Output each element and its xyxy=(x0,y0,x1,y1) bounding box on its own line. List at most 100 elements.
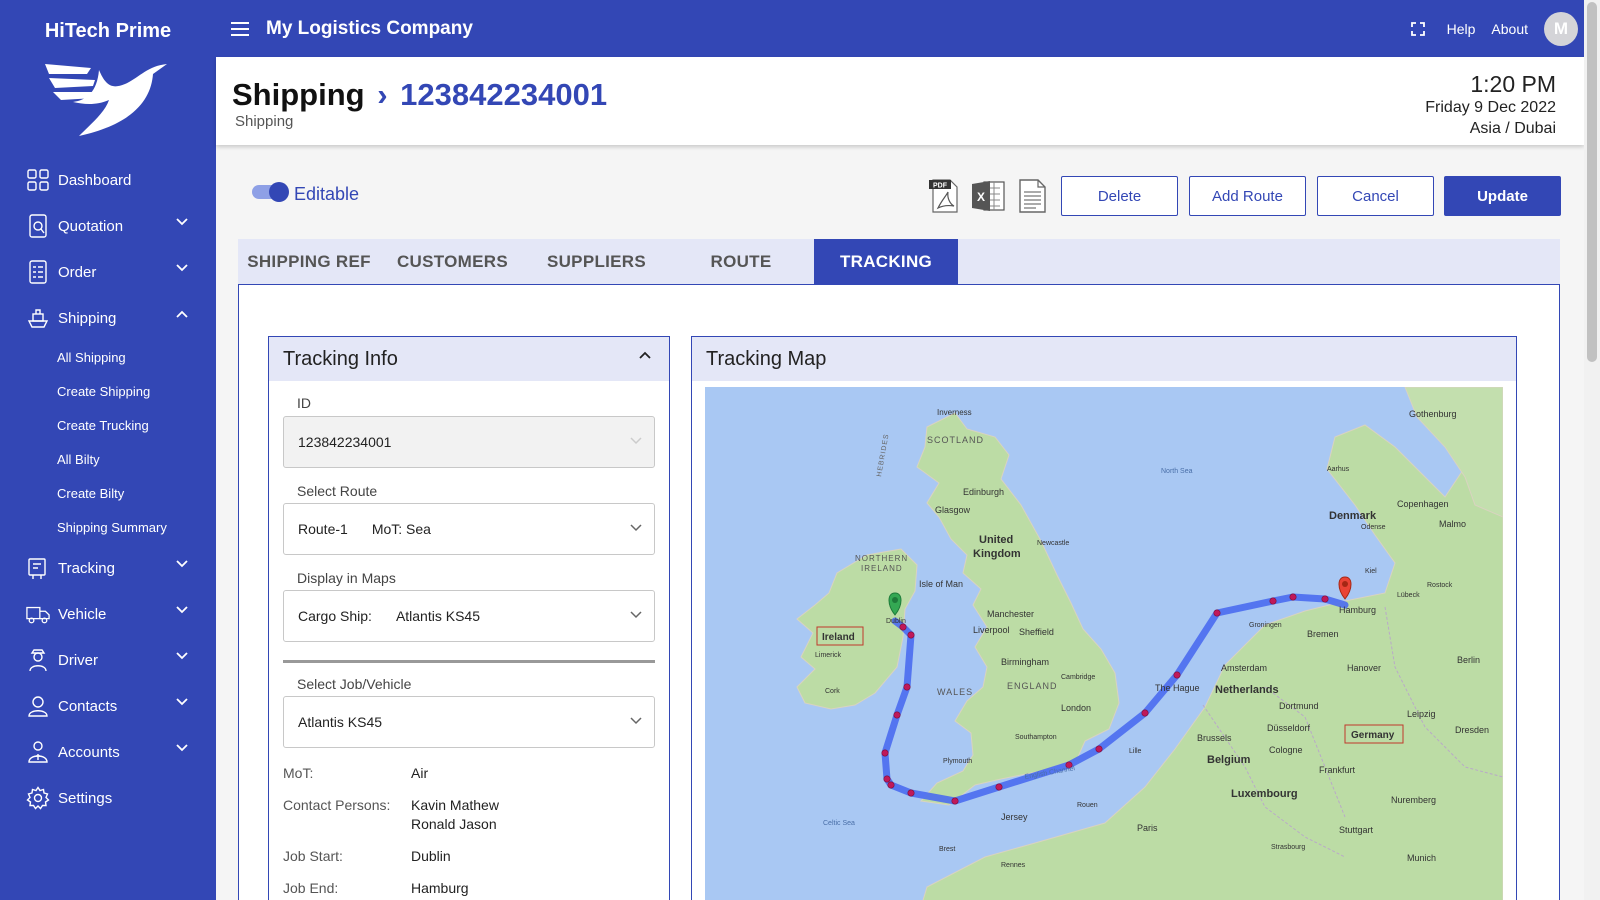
map-label: Rostock xyxy=(1427,582,1453,589)
route-waypoint xyxy=(1269,597,1277,605)
route-waypoint xyxy=(995,783,1003,791)
help-link[interactable]: Help xyxy=(1447,21,1476,37)
delete-button[interactable]: Delete xyxy=(1061,176,1178,216)
route-label: Select Route xyxy=(297,483,378,499)
contacts-key: Contact Persons: xyxy=(283,797,391,813)
sidebar-item-vehicle[interactable]: Vehicle xyxy=(0,591,216,637)
map-label: Strasbourg xyxy=(1271,844,1305,851)
route-waypoint xyxy=(893,711,901,719)
fullscreen-icon[interactable] xyxy=(1410,21,1425,36)
map-label: NORTHERN xyxy=(855,554,908,563)
id-field: 123842234001 xyxy=(283,416,655,468)
chevron-down-icon xyxy=(176,560,188,568)
page-scrollbar[interactable] xyxy=(1584,0,1600,900)
sidebar-item-label: Driver xyxy=(58,651,98,669)
excel-export-icon[interactable]: X xyxy=(970,178,1006,214)
map-label: Celtic Sea xyxy=(823,820,855,827)
tab-suppliers[interactable]: SUPPLIERS xyxy=(525,239,668,284)
map-label: Odense xyxy=(1361,524,1386,531)
map-label: Rouen xyxy=(1077,802,1098,809)
job-value: Atlantis KS45 xyxy=(298,714,383,730)
map-label: London xyxy=(1061,703,1091,713)
sidebar-item-label: Settings xyxy=(58,789,113,807)
breadcrumb: Shipping xyxy=(235,113,294,130)
top-bar: My Logistics Company Help About M xyxy=(216,0,1584,57)
contact-person: Ronald Jason xyxy=(411,816,497,832)
tracking-info-title: Tracking Info xyxy=(283,347,398,370)
sidebar-item-accounts[interactable]: Accounts xyxy=(0,729,216,775)
tab-route[interactable]: ROUTE xyxy=(668,239,814,284)
map-label: Lübeck xyxy=(1397,592,1420,599)
pdf-export-icon[interactable]: PDF xyxy=(926,178,962,214)
submenu-create-shipping[interactable]: Create Shipping xyxy=(57,375,216,409)
cancel-button[interactable]: Cancel xyxy=(1317,176,1434,216)
scrollbar-thumb[interactable] xyxy=(1587,2,1597,362)
map-label: IRELAND xyxy=(861,564,903,573)
map-label: Dortmund xyxy=(1279,701,1319,711)
map-label: Kiel xyxy=(1365,568,1377,575)
map-label: The Hague xyxy=(1155,683,1200,693)
display-in-maps-select[interactable]: Cargo Ship: Atlantis KS45 xyxy=(283,590,655,642)
route-select[interactable]: Route-1 MoT: Sea xyxy=(283,503,655,555)
submenu-all-shipping[interactable]: All Shipping xyxy=(57,341,216,375)
toggle-knob xyxy=(269,182,289,202)
map-label: Sheffield xyxy=(1019,627,1054,637)
route-waypoint xyxy=(1213,609,1221,617)
submenu-shipping-summary[interactable]: Shipping Summary xyxy=(57,511,216,545)
sidebar-item-tracking[interactable]: Tracking xyxy=(0,545,216,591)
add-route-button[interactable]: Add Route xyxy=(1189,176,1306,216)
tab-shipping-ref[interactable]: SHIPPING REF xyxy=(238,239,380,284)
route-waypoint xyxy=(1141,709,1149,717)
map-label: Lille xyxy=(1129,748,1142,755)
maps-label: Display in Maps xyxy=(297,570,396,586)
sidebar-item-shipping[interactable]: Shipping xyxy=(0,295,216,341)
tab-tracking[interactable]: TRACKING xyxy=(814,239,958,284)
avatar[interactable]: M xyxy=(1544,11,1578,46)
sidebar-item-quotation[interactable]: Quotation xyxy=(0,203,216,249)
map-label: SCOTLAND xyxy=(927,435,984,445)
sidebar-item-order[interactable]: Order xyxy=(0,249,216,295)
sidebar-item-settings[interactable]: Settings xyxy=(0,775,216,821)
chevron-down-icon xyxy=(630,524,642,532)
map-label: Hamburg xyxy=(1339,605,1376,615)
order-icon xyxy=(26,260,50,284)
menu-icon[interactable] xyxy=(228,17,252,41)
editable-toggle[interactable] xyxy=(252,182,289,202)
route-waypoint xyxy=(1173,671,1181,679)
shipping-ref-number: 123842234001 xyxy=(400,77,608,112)
sidebar-item-driver[interactable]: Driver xyxy=(0,637,216,683)
sidebar-item-label: Quotation xyxy=(58,217,124,235)
id-value: 123842234001 xyxy=(298,434,392,450)
job-end-key: Job End: xyxy=(283,880,339,896)
submenu-create-trucking[interactable]: Create Trucking xyxy=(57,409,216,443)
tracking-icon xyxy=(26,556,50,580)
job-vehicle-select[interactable]: Atlantis KS45 xyxy=(283,696,655,748)
map-label: Cork xyxy=(825,688,840,695)
submenu-all-bilty[interactable]: All Bilty xyxy=(57,443,216,477)
update-button[interactable]: Update xyxy=(1444,176,1561,216)
map-label: Plymouth xyxy=(943,758,972,765)
sidebar-item-label: Contacts xyxy=(58,697,118,715)
job-start-key: Job Start: xyxy=(283,848,343,864)
submenu-create-bilty[interactable]: Create Bilty xyxy=(57,477,216,511)
tab-customers[interactable]: CUSTOMERS xyxy=(380,239,525,284)
tracking-map[interactable]: Inverness SCOTLAND HEBRIDES Edinburgh Gl… xyxy=(705,387,1503,900)
map-label: Groningen xyxy=(1249,622,1282,629)
id-label: ID xyxy=(297,395,311,411)
sidebar-item-dashboard[interactable]: Dashboard xyxy=(0,157,216,203)
map-label: Stuttgart xyxy=(1339,825,1374,835)
map-label: North Sea xyxy=(1161,468,1193,475)
maps-type: Cargo Ship: xyxy=(298,608,372,624)
brand-logo xyxy=(45,64,167,136)
map-label: Frankfurt xyxy=(1319,765,1356,775)
route-waypoint xyxy=(1289,593,1297,601)
map-label: Netherlands xyxy=(1215,684,1279,696)
about-link[interactable]: About xyxy=(1491,21,1528,37)
sidebar-item-contacts[interactable]: Contacts xyxy=(0,683,216,729)
chevron-up-icon xyxy=(176,310,188,318)
tracking-info-header: Tracking Info xyxy=(269,337,669,381)
chevron-up-icon[interactable] xyxy=(639,351,651,359)
route-waypoint xyxy=(881,749,889,757)
chevron-down-icon xyxy=(176,698,188,706)
document-export-icon[interactable] xyxy=(1014,178,1050,214)
